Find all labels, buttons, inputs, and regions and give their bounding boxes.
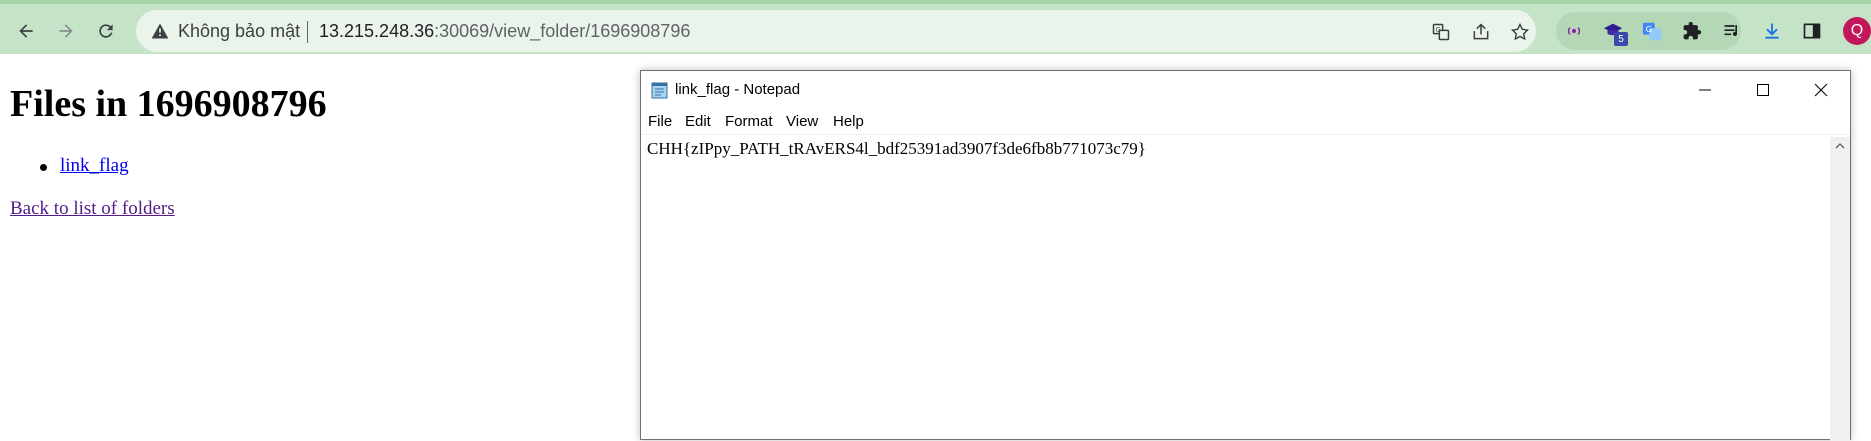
extension-graduation-cap-icon[interactable]: 5	[1601, 19, 1628, 46]
translate-icon[interactable]: G	[1430, 21, 1452, 43]
extension-badge: 5	[1614, 32, 1628, 46]
reload-button[interactable]	[92, 17, 120, 45]
back-to-folders-link[interactable]: Back to list of folders	[10, 198, 175, 220]
omnibox-separator	[307, 21, 308, 43]
notepad-menu-bar: File Edit Format View Help	[641, 111, 1850, 135]
minimize-button[interactable]	[1676, 71, 1734, 109]
extension-broadcast-icon[interactable]	[1562, 19, 1586, 43]
share-icon[interactable]	[1470, 21, 1492, 43]
reload-icon	[99, 24, 113, 38]
maximize-icon	[1757, 84, 1769, 96]
profile-avatar[interactable]: Q	[1843, 17, 1871, 45]
notepad-title-bar[interactable]: link_flag - Notepad	[641, 71, 1850, 109]
notepad-title: link_flag - Notepad	[675, 81, 801, 98]
close-button[interactable]	[1792, 71, 1850, 109]
side-panel-icon[interactable]	[1800, 19, 1824, 43]
file-link-link-flag[interactable]: link_flag	[60, 155, 129, 177]
page-title: Files in 1696908796	[10, 83, 327, 125]
list-bullet	[40, 164, 47, 171]
browser-toolbar: Không bảo mật 13.215.248.36:30069/view_f…	[0, 0, 1871, 54]
forward-button[interactable]	[52, 17, 80, 45]
back-button[interactable]	[12, 17, 40, 45]
menu-help[interactable]: Help	[833, 113, 864, 130]
url-text[interactable]: 13.215.248.36:30069/view_folder/16969087…	[319, 21, 690, 42]
notepad-window: link_flag - Notepad File Edit Format Vie…	[640, 70, 1851, 441]
svg-text:G: G	[1646, 24, 1652, 34]
notepad-app-icon	[651, 82, 668, 99]
arrow-right-icon	[59, 24, 73, 38]
close-icon	[1814, 83, 1828, 97]
bookmark-star-icon[interactable]	[1509, 21, 1531, 43]
extension-translate-icon[interactable]: G	[1640, 19, 1664, 43]
url-path: :30069/view_folder/1696908796	[434, 21, 691, 41]
menu-format[interactable]: Format	[725, 113, 773, 130]
warning-icon	[151, 23, 169, 39]
menu-edit[interactable]: Edit	[685, 113, 711, 130]
security-label[interactable]: Không bảo mật	[178, 21, 300, 42]
address-bar[interactable]: Không bảo mật 13.215.248.36:30069/view_f…	[136, 10, 1536, 52]
notepad-content: CHH{zIPpy_PATH_tRAvERS4l_bdf25391ad3907f…	[647, 139, 1146, 158]
vertical-scrollbar[interactable]	[1830, 137, 1850, 441]
download-icon[interactable]	[1760, 19, 1784, 43]
media-playlist-icon[interactable]	[1720, 19, 1744, 43]
url-host: 13.215.248.36	[319, 21, 435, 41]
notepad-text-area[interactable]: CHH{zIPpy_PATH_tRAvERS4l_bdf25391ad3907f…	[641, 137, 1828, 441]
puzzle-icon[interactable]	[1680, 19, 1704, 43]
menu-view[interactable]: View	[786, 113, 818, 130]
minimize-icon	[1699, 89, 1711, 91]
scroll-up-arrow-icon[interactable]	[1830, 137, 1850, 155]
svg-text:G: G	[1436, 26, 1441, 34]
maximize-button[interactable]	[1734, 71, 1792, 109]
arrow-left-icon	[19, 24, 33, 38]
menu-file[interactable]: File	[648, 113, 672, 130]
